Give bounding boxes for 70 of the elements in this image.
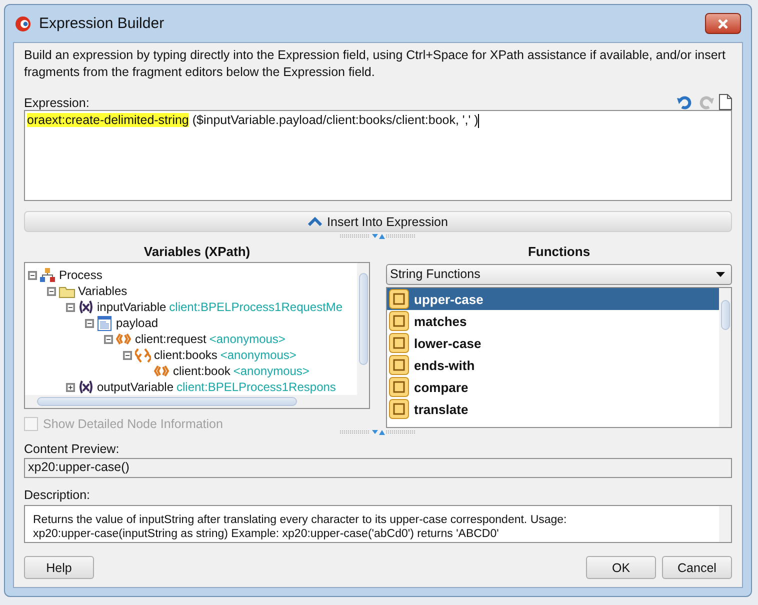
element-icon: [116, 332, 132, 346]
vertical-scrollbar[interactable]: [719, 288, 731, 427]
vertical-scrollbar[interactable]: [719, 506, 731, 542]
function-icon: [389, 311, 409, 332]
collapse-button[interactable]: [123, 350, 132, 360]
tree-item-type: client:BPELProcess1Respons: [176, 380, 336, 394]
function-category-dropdown[interactable]: String Functions: [386, 264, 732, 286]
tree-item[interactable]: client:book: [173, 364, 230, 378]
undo-icon: [677, 94, 693, 110]
expression-label: Expression:: [24, 96, 90, 110]
ok-button[interactable]: OK: [586, 556, 656, 579]
tree-item[interactable]: Process: [59, 268, 102, 282]
content-preview-field: xp20:upper-case(): [24, 458, 732, 478]
description-text: xp20:upper-case(inputString as string) Example: xp20:upper-case('abCd0') returns 'ABCD0': [33, 527, 500, 541]
pane-title: Functions: [526, 243, 592, 261]
collapse-button[interactable]: [85, 318, 94, 328]
function-item[interactable]: matches: [387, 310, 719, 332]
element-group-icon: [135, 348, 151, 362]
function-icon: [389, 333, 409, 354]
content-preview-label: Content Preview:: [24, 442, 120, 458]
pane-title: Variables (XPath): [142, 243, 252, 261]
tree-item[interactable]: client:request: [135, 332, 206, 346]
collapse-button[interactable]: [104, 334, 113, 344]
dropdown-arrow-icon: [716, 272, 725, 277]
function-item[interactable]: upper-case: [387, 288, 719, 310]
insert-into-expression-button[interactable]: Insert Into Expression: [24, 211, 732, 232]
splitter-handle-icon: [339, 428, 417, 436]
redo-icon: [698, 94, 714, 110]
collapse-button[interactable]: [66, 302, 75, 312]
tree-item[interactable]: outputVariable: [97, 380, 174, 394]
expand-button[interactable]: [66, 382, 75, 392]
document-icon: [97, 316, 113, 330]
tree-item[interactable]: Variables: [78, 284, 128, 298]
collapse-button[interactable]: [47, 286, 56, 296]
tree-item-type: client:BPELProcess1RequestMe: [169, 300, 343, 314]
close-icon: [718, 18, 728, 28]
collapse-button[interactable]: [28, 270, 37, 280]
description-text: Returns the value of inputString after translating every character to its upper-case correspondent. Usage:: [33, 513, 568, 527]
new-document-icon: [719, 94, 732, 110]
close-button[interactable]: [705, 13, 741, 34]
function-icon: [389, 377, 409, 398]
tree-item-type: <anonymous>: [209, 332, 286, 346]
function-item[interactable]: lower-case: [387, 332, 719, 354]
description-label: Description:: [24, 488, 91, 504]
process-icon: [40, 268, 56, 282]
expression-field[interactable]: oraext:create-delimited-string ($inputVariable.payload/client:books/client:book, ',' ): [24, 110, 732, 201]
cancel-button[interactable]: Cancel: [662, 556, 732, 579]
app-logo-icon: [15, 16, 31, 32]
help-button[interactable]: Help: [24, 556, 94, 579]
vertical-scrollbar[interactable]: [357, 263, 369, 395]
element-icon: [154, 364, 170, 378]
function-item[interactable]: ends-with: [387, 354, 719, 376]
function-item[interactable]: translate: [387, 398, 719, 420]
tree-item[interactable]: payload: [116, 316, 158, 330]
function-icon: [389, 289, 409, 310]
chevron-up-icon: [308, 217, 322, 226]
tree-item-type: <anonymous>: [233, 364, 310, 378]
instructions-text: Build an expression by typing directly into the Expression field, using Ctrl+Space for XPath assistance if available, and/or insert fragments from the fragment editors below the Expression field.: [24, 47, 726, 81]
tree-item-type: <anonymous>: [220, 348, 296, 362]
splitter-handle-icon: [339, 232, 417, 240]
tree-item[interactable]: inputVariable: [97, 300, 166, 314]
checkbox-label: Show Detailed Node Information: [43, 417, 223, 431]
function-icon: [389, 355, 409, 376]
horizontal-scrollbar[interactable]: [25, 395, 369, 408]
tree-item[interactable]: client:books: [154, 348, 218, 362]
variable-icon: [78, 380, 94, 394]
variable-icon: [78, 300, 94, 314]
window-title: Expression Builder: [39, 15, 166, 32]
function-item[interactable]: compare: [387, 376, 719, 398]
function-icon: [389, 399, 409, 420]
